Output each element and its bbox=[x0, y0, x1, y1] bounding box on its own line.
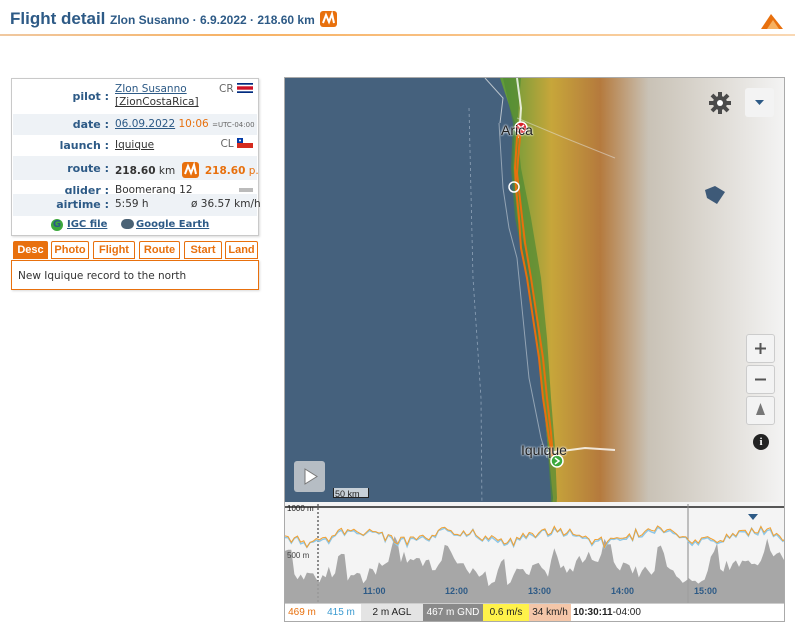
tab-photo-label: Photo bbox=[54, 244, 86, 256]
header-divider bbox=[0, 34, 795, 36]
igc-file-icon: G bbox=[51, 219, 63, 231]
route-points-unit: p. bbox=[248, 165, 259, 177]
tab-route[interactable]: Route bbox=[139, 241, 180, 259]
chart-options-dropdown[interactable] bbox=[747, 512, 759, 525]
downloads-row: G IGC file Google Earth bbox=[13, 216, 257, 234]
route-type-icon bbox=[320, 10, 337, 27]
tab-photo[interactable]: Photo bbox=[51, 241, 89, 259]
average-speed: ø 36.57 km/h bbox=[191, 198, 261, 210]
launch-label: launch : bbox=[59, 139, 109, 152]
tab-flight[interactable]: Flight bbox=[93, 241, 135, 259]
page-header: Flight detail Zlon Susanno · 6.9.2022 · … bbox=[0, 0, 795, 36]
google-earth-link[interactable]: Google Earth bbox=[136, 219, 209, 230]
stat-time-tz: -04:00 bbox=[612, 607, 641, 618]
tab-flight-label: Flight bbox=[99, 244, 129, 256]
google-earth-icon bbox=[121, 219, 134, 229]
compass-icon bbox=[756, 403, 765, 415]
start-time: 10:06 bbox=[178, 118, 209, 130]
stat-ground: 467 m GND bbox=[423, 604, 483, 621]
zoom-out-button[interactable] bbox=[746, 365, 775, 394]
flight-map[interactable]: Arica Iquique i 50 km 1000 m 500 m 11:00… bbox=[284, 77, 785, 622]
stat-gps-altitude: 469 m bbox=[288, 607, 316, 618]
stat-agl: 2 m AGL bbox=[361, 604, 423, 621]
pilot-club-link[interactable]: [ZionCostaRica] bbox=[115, 96, 199, 108]
tab-land[interactable]: Land bbox=[225, 241, 258, 259]
map-layers-dropdown[interactable] bbox=[745, 88, 774, 117]
plus-icon bbox=[755, 343, 766, 354]
pilot-country-code: CR bbox=[219, 83, 234, 95]
play-animation-button[interactable] bbox=[294, 461, 325, 492]
route-km-unit: km bbox=[158, 165, 176, 177]
zoom-in-button[interactable] bbox=[746, 334, 775, 363]
page-title: Flight detail bbox=[10, 9, 106, 28]
airtime-row: airtime : 5:59 h ø 36.57 km/h bbox=[13, 194, 261, 216]
stat-baro-altitude: 415 m bbox=[327, 607, 355, 618]
glider-class-icon bbox=[239, 188, 253, 192]
pilot-country: CR bbox=[219, 83, 253, 95]
stat-time-value: 10:30:11 bbox=[573, 607, 613, 618]
tab-land-label: Land bbox=[228, 244, 255, 256]
route-value: 218.60 km 218.60 p. bbox=[115, 161, 259, 178]
stat-speed: 34 km/h bbox=[529, 604, 571, 621]
x-label-1200: 12:00 bbox=[445, 586, 468, 596]
info-icon[interactable]: i bbox=[753, 434, 769, 450]
stat-time: 10:30:11-04:00 bbox=[573, 604, 641, 621]
date-value: 06.09.2022 10:06 =UTC-04:00 bbox=[115, 118, 255, 130]
map-settings-button[interactable] bbox=[705, 88, 735, 118]
y-label-1000: 1000 m bbox=[287, 504, 314, 513]
pilot-label: pilot : bbox=[72, 90, 109, 103]
tab-route-label: Route bbox=[143, 244, 176, 256]
launch-row: launch : Iquique CL bbox=[13, 135, 257, 156]
scale-label: 50 km bbox=[335, 489, 360, 499]
city-label-iquique: Iquique bbox=[521, 442, 567, 458]
pilot-row: pilot : ZIon Susanno [ZionCostaRica] CR bbox=[13, 80, 257, 114]
pilot-name[interactable]: ZIon Susanno bbox=[115, 83, 187, 95]
airtime-label: airtime : bbox=[56, 198, 109, 211]
x-label-1300: 13:00 bbox=[528, 586, 551, 596]
route-type-small-icon bbox=[181, 161, 199, 178]
tab-desc-label: Desc bbox=[17, 244, 44, 256]
site-logo-icon[interactable] bbox=[759, 12, 785, 30]
launch-country-code: CL bbox=[220, 138, 234, 150]
airtime-value: 5:59 h bbox=[115, 198, 149, 210]
flight-info-panel: pilot : ZIon Susanno [ZionCostaRica] CR … bbox=[11, 78, 261, 236]
y-label-500: 500 m bbox=[287, 551, 310, 560]
date-row: date : 06.09.2022 10:06 =UTC-04:00 bbox=[13, 114, 257, 135]
utc-offset: =UTC-04:00 bbox=[212, 121, 255, 129]
city-label-arica: Arica bbox=[501, 122, 533, 138]
chevron-down-icon bbox=[748, 514, 758, 520]
route-points: 218.60 bbox=[204, 165, 246, 177]
minus-icon bbox=[755, 378, 766, 381]
description-text: New Iquique record to the north bbox=[18, 270, 187, 282]
x-label-1400: 14:00 bbox=[611, 586, 634, 596]
date-label: date : bbox=[72, 118, 109, 131]
launch-link[interactable]: Iquique bbox=[115, 139, 154, 151]
date-link[interactable]: 06.09.2022 bbox=[115, 118, 175, 130]
costa-rica-flag-icon bbox=[237, 83, 253, 93]
page-subtitle: Zlon Susanno · 6.9.2022 · 218.60 km bbox=[110, 13, 315, 27]
launch-country: CL bbox=[220, 138, 253, 150]
altitude-chart[interactable]: 1000 m 500 m 11:00 12:00 13:00 14:00 15:… bbox=[285, 502, 784, 621]
tab-start[interactable]: Start bbox=[184, 241, 222, 259]
x-label-1500: 15:00 bbox=[694, 586, 717, 596]
chevron-down-icon bbox=[755, 100, 764, 105]
x-label-1100: 11:00 bbox=[363, 586, 386, 596]
pilot-name-link[interactable]: ZIon Susanno bbox=[115, 83, 187, 95]
tab-desc[interactable]: Desc bbox=[13, 241, 48, 259]
altitude-profile-svg: 1000 m 500 m 11:00 12:00 13:00 14:00 15:… bbox=[285, 502, 784, 603]
reset-north-button[interactable] bbox=[746, 396, 775, 425]
gear-icon bbox=[709, 92, 731, 114]
tab-start-label: Start bbox=[190, 244, 216, 256]
stat-vario: 0.6 m/s bbox=[483, 604, 529, 621]
chile-flag-icon bbox=[237, 138, 253, 148]
route-label: route : bbox=[67, 162, 109, 175]
description-panel: New Iquique record to the north bbox=[11, 260, 259, 290]
play-icon bbox=[304, 468, 318, 485]
route-row: route : 218.60 km 218.60 p. bbox=[13, 156, 259, 180]
route-km: 218.60 bbox=[115, 165, 156, 177]
chart-stats-bar: 469 m 415 m 2 m AGL 467 m GND 0.6 m/s 34… bbox=[285, 603, 784, 621]
igc-file-link[interactable]: IGC file bbox=[67, 219, 107, 230]
